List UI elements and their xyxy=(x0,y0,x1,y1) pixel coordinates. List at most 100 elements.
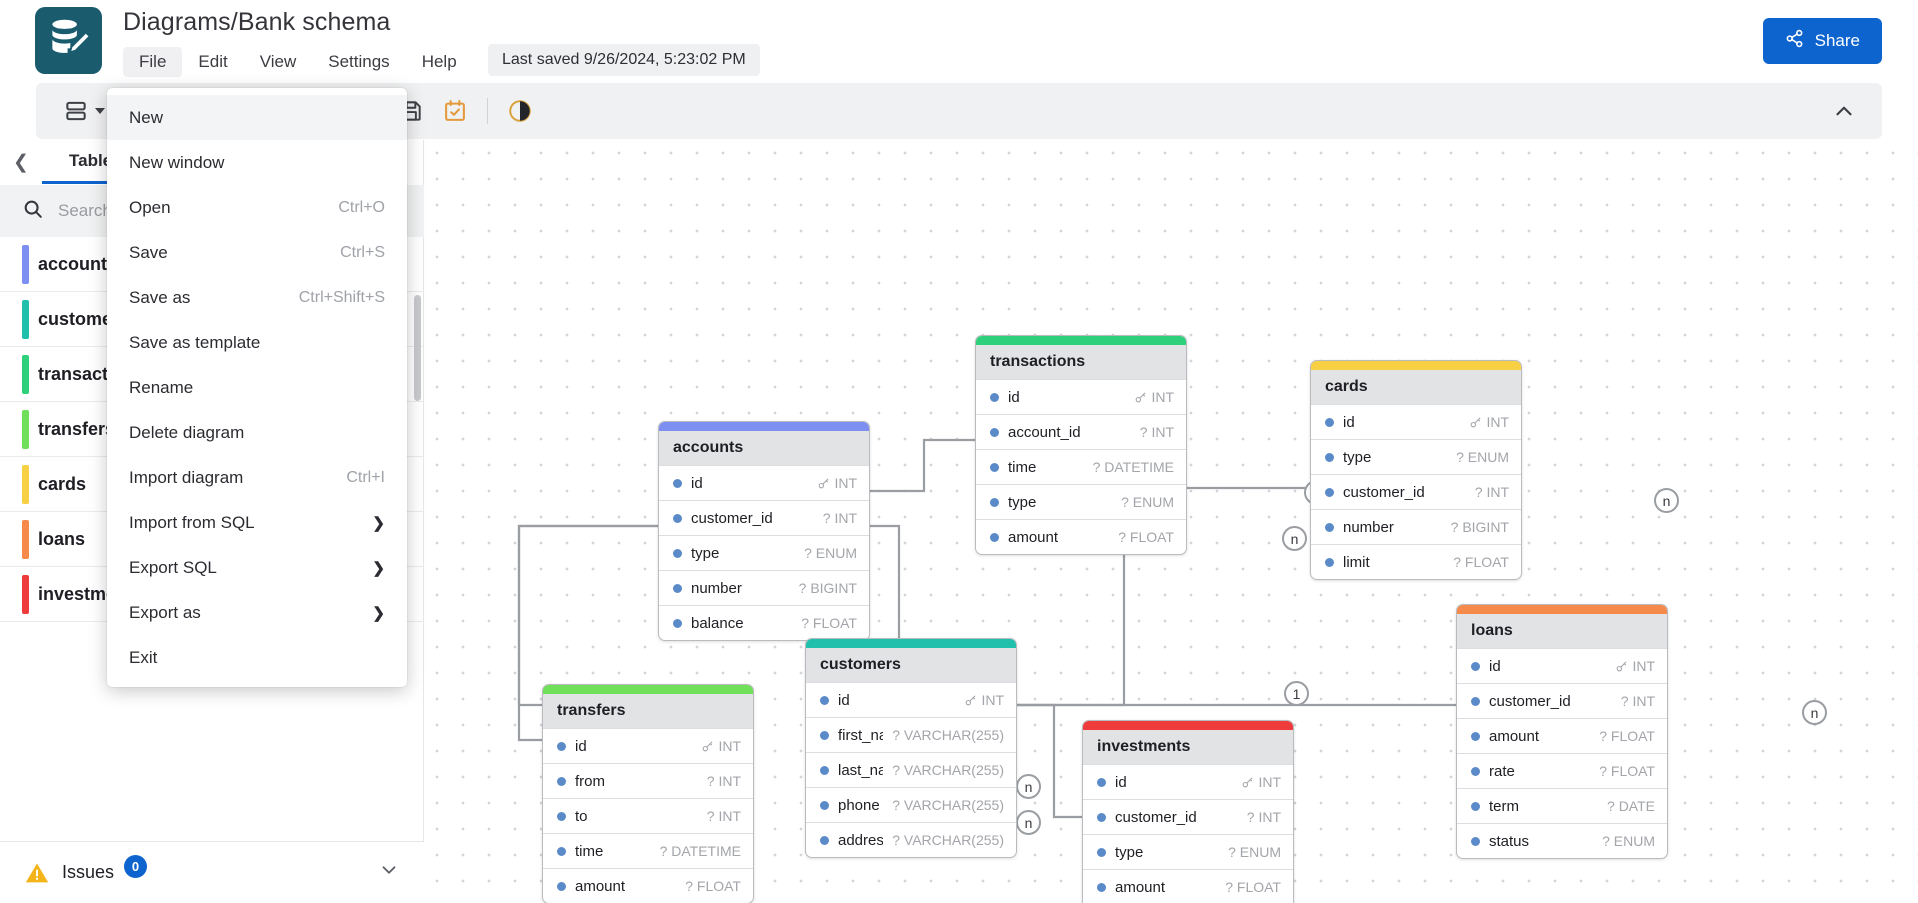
file-menu-item-label: New xyxy=(129,107,164,127)
entity-field-row[interactable]: account_id ? INT xyxy=(976,414,1186,449)
file-menu-item-new[interactable]: New xyxy=(107,95,407,140)
file-menu-item-rename[interactable]: Rename xyxy=(107,365,407,410)
field-name: id xyxy=(1489,657,1501,675)
chevron-down-icon[interactable] xyxy=(95,108,105,114)
file-menu-item-save-as[interactable]: Save as Ctrl+Shift+S xyxy=(107,275,407,320)
field-bullet-icon xyxy=(673,583,682,593)
file-menu-item-new-window[interactable]: New window xyxy=(107,140,407,185)
entity-accent-bar xyxy=(659,422,869,431)
todo-button[interactable] xyxy=(433,89,477,133)
entity-field-row[interactable]: type ? ENUM xyxy=(1311,439,1521,474)
entity-table-loans[interactable]: loans id INT customer_id? INT amount? FLOAT r… xyxy=(1456,604,1668,859)
entity-field-row[interactable]: type ? ENUM xyxy=(1083,834,1293,869)
share-button[interactable]: Share xyxy=(1762,18,1882,64)
entity-table-transfers[interactable]: transfers id INT from ? INT to ? INT time ? DATE… xyxy=(542,684,754,903)
diagram-canvas[interactable]: 1n1nn11nnnn transactionsidINTaccount_id?… xyxy=(424,140,1918,903)
collapse-toolbar-button[interactable] xyxy=(1822,89,1866,133)
menu-help[interactable]: Help xyxy=(406,47,473,77)
field-bullet-icon xyxy=(673,478,682,488)
field-type-label: ? INT xyxy=(1139,424,1174,440)
field-type: ? INT xyxy=(707,773,741,789)
field-bullet-icon xyxy=(820,695,829,705)
entity-field-row[interactable]: amount ? FLOAT xyxy=(1457,718,1667,753)
field-type-label: ? INT xyxy=(1246,809,1281,825)
entity-field-row[interactable]: phone ? VARCHAR(255) xyxy=(806,787,1016,822)
file-menu-item-export-sql[interactable]: Export SQL ❯ xyxy=(107,545,407,590)
entity-title: loans xyxy=(1457,614,1667,648)
chevron-left-icon[interactable]: ❮ xyxy=(0,140,42,184)
entity-field-row[interactable]: id INT xyxy=(976,379,1186,414)
issues-panel-toggle[interactable]: Issues 0 xyxy=(0,841,424,903)
field-type-label: ? FLOAT xyxy=(1453,554,1509,570)
layout-select-button[interactable] xyxy=(54,89,98,133)
entity-field-row[interactable]: limit ? FLOAT xyxy=(1311,544,1521,579)
file-menu-item-save-as-template[interactable]: Save as template xyxy=(107,320,407,365)
entity-field-row[interactable]: time ? DATETIME xyxy=(976,449,1186,484)
entity-field-row[interactable]: time ? DATETIME xyxy=(543,833,753,868)
entity-field-row[interactable]: customer_id ? INT xyxy=(1311,474,1521,509)
entity-field-row[interactable]: from ? INT xyxy=(543,763,753,798)
field-type-label: ? ENUM xyxy=(804,545,857,561)
field-type: ? FLOAT xyxy=(1599,763,1655,779)
entity-table-customers[interactable]: customersidINTfirst_na...? VARCHAR(255)l… xyxy=(805,638,1017,858)
entity-field-row[interactable]: id INT xyxy=(659,465,869,500)
entity-field-row[interactable]: amount ? FLOAT xyxy=(1083,869,1293,903)
chevron-down-icon[interactable] xyxy=(378,859,400,886)
entity-field-row[interactable]: customer_id ? INT xyxy=(1457,683,1667,718)
field-type: ? INT xyxy=(823,510,857,526)
field-type: ? FLOAT xyxy=(1118,529,1174,545)
sidebar-scrollbar[interactable] xyxy=(414,295,421,401)
entity-field-row[interactable]: address ? VARCHAR(255) xyxy=(806,822,1016,857)
entity-field-row[interactable]: amount ? FLOAT xyxy=(543,868,753,903)
entity-field-row[interactable]: type ? ENUM xyxy=(976,484,1186,519)
file-menu-item-save[interactable]: Save Ctrl+S xyxy=(107,230,407,275)
entity-field-row[interactable]: balance ? FLOAT xyxy=(659,605,869,640)
field-bullet-icon xyxy=(673,618,682,628)
menu-edit[interactable]: Edit xyxy=(182,47,243,77)
entity-table-cards[interactable]: cards id INT type ? ENUM customer_id ? INT numb… xyxy=(1310,360,1522,580)
file-menu-item-export-as[interactable]: Export as ❯ xyxy=(107,590,407,635)
menu-file[interactable]: File xyxy=(123,47,183,77)
menu-view[interactable]: View xyxy=(244,47,313,77)
field-type-label: INT xyxy=(1258,774,1281,790)
field-name: address xyxy=(838,831,884,849)
field-name: number xyxy=(691,579,742,597)
file-menu-item-exit[interactable]: Exit xyxy=(107,635,407,680)
menu-settings[interactable]: Settings xyxy=(312,47,405,77)
file-menu-item-import-from-sql[interactable]: Import from SQL ❯ xyxy=(107,500,407,545)
entity-field-row[interactable]: status ? ENUM xyxy=(1457,823,1667,858)
entity-field-row[interactable]: id INT xyxy=(1457,648,1667,683)
entity-field-row[interactable]: id INT xyxy=(806,682,1016,717)
field-type-label: INT xyxy=(1151,389,1174,405)
entity-field-row[interactable]: first_na... ? VARCHAR(255) xyxy=(806,717,1016,752)
app-logo xyxy=(35,7,102,74)
entity-field-row[interactable]: last_na... ? VARCHAR(255) xyxy=(806,752,1016,787)
file-menu-item-delete-diagram[interactable]: Delete diagram xyxy=(107,410,407,455)
entity-accent-bar xyxy=(976,336,1186,345)
entity-field-row[interactable]: term ? DATE xyxy=(1457,788,1667,823)
file-menu-item-import-diagram[interactable]: Import diagram Ctrl+I xyxy=(107,455,407,500)
entity-table-accounts[interactable]: accounts id INT customer_id ? INT type ? ENUM n… xyxy=(658,421,870,641)
entity-field-row[interactable]: to ? INT xyxy=(543,798,753,833)
field-name: to xyxy=(575,807,588,825)
field-name: number xyxy=(1343,518,1394,536)
entity-field-row[interactable]: id INT xyxy=(1311,404,1521,439)
sidebar-item-label: cards xyxy=(38,473,87,494)
entity-field-row[interactable]: type ? ENUM xyxy=(659,535,869,570)
file-menu-item-open[interactable]: Open Ctrl+O xyxy=(107,185,407,230)
field-bullet-icon xyxy=(1097,777,1106,787)
file-menu-item-label: Export as xyxy=(129,602,201,622)
entity-field-row[interactable]: customer_id ? INT xyxy=(659,500,869,535)
entity-table-investments[interactable]: investments id INT customer_id ? INT type ? EN… xyxy=(1082,720,1294,903)
theme-toggle-button[interactable] xyxy=(498,89,542,133)
entity-field-row[interactable]: customer_id ? INT xyxy=(1083,799,1293,834)
entity-table-transactions[interactable]: transactions id INT account_id ? INT time ? DA… xyxy=(975,335,1187,555)
entity-field-row[interactable]: amount ? FLOAT xyxy=(976,519,1186,554)
entity-field-row[interactable]: number ? BIGINT xyxy=(1311,509,1521,544)
entity-field-row[interactable]: rate ? FLOAT xyxy=(1457,753,1667,788)
entity-field-row[interactable]: id INT xyxy=(543,728,753,763)
entity-field-row[interactable]: id INT xyxy=(1083,764,1293,799)
cardinality-badge: n xyxy=(1654,488,1679,513)
entity-field-row[interactable]: number ? BIGINT xyxy=(659,570,869,605)
field-type-label: ? BIGINT xyxy=(798,580,857,596)
